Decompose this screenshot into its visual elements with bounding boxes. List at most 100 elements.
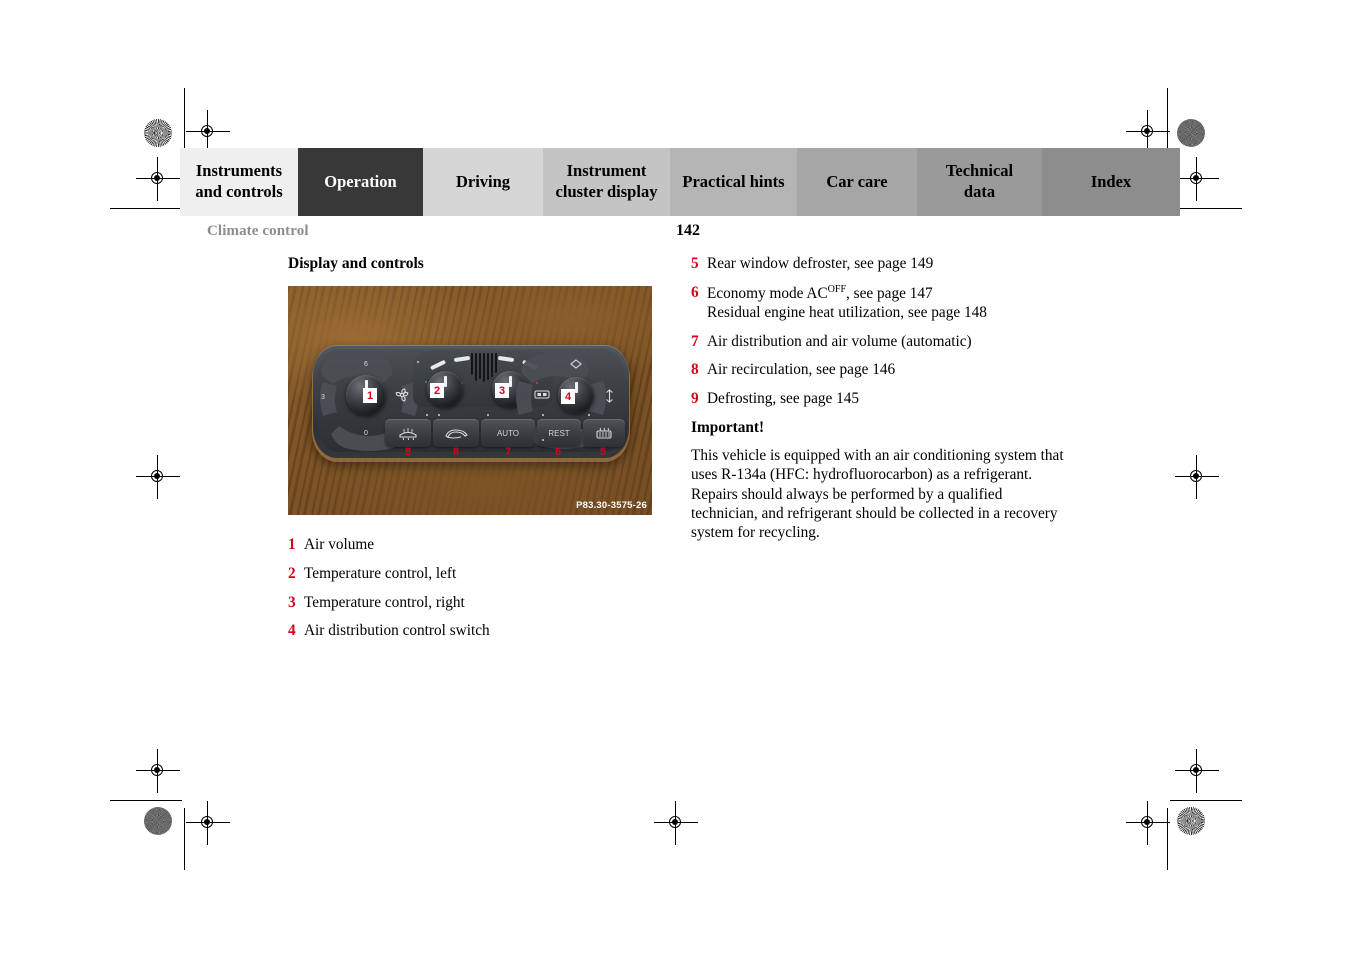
tab-index[interactable]: Index	[1042, 148, 1180, 216]
legend-text-after: , see page 147	[846, 284, 933, 302]
callout-5: 5	[599, 446, 607, 458]
air-recirculation-icon	[445, 428, 468, 438]
registration-mark-top-left-outer	[186, 110, 230, 154]
tab-label: Index	[1090, 171, 1132, 191]
legend-text: Defrosting, see page 145	[707, 390, 860, 408]
rear-window-defroster-button[interactable]	[583, 419, 625, 447]
tab-driving[interactable]: Driving	[423, 148, 543, 216]
tab-operation[interactable]: Operation	[298, 148, 423, 216]
legend-text: Temperature control, right	[304, 593, 465, 611]
legend-superscript: OFF	[827, 283, 847, 295]
tab-label: Driving	[455, 171, 511, 191]
star-target-bottom-right	[1177, 807, 1205, 835]
legend-number: 5	[691, 255, 699, 272]
registration-mark-left-middle	[136, 455, 180, 499]
tab-instrument-cluster-display[interactable]: Instrument cluster display	[543, 148, 670, 216]
indicator-dot-blue-left	[425, 381, 427, 383]
crop-line-top-left-vertical	[184, 88, 185, 150]
callout-1: 1	[363, 388, 377, 403]
button-led-6	[542, 414, 544, 416]
star-target-top-right	[1177, 119, 1205, 147]
list-item: 1 Air volume	[288, 536, 660, 555]
registration-mark-bottom-left-outer	[186, 801, 230, 845]
rest-button-label: REST	[548, 428, 570, 438]
star-target-top-left	[144, 119, 172, 147]
registration-mark-right-middle	[1175, 455, 1219, 499]
callout-3: 3	[495, 383, 509, 398]
list-item: 4 Air distribution control switch	[288, 622, 660, 641]
tab-car-care[interactable]: Car care	[797, 148, 917, 216]
chapter-tab-bar: Instruments and controls Operation Drivin…	[180, 148, 1180, 216]
registration-mark-bottom-right-outer	[1126, 801, 1170, 845]
button-led-6b	[542, 439, 544, 441]
legend-text-line2: Residual engine heat utilization, see pa…	[707, 303, 987, 321]
important-heading: Important!	[691, 418, 765, 436]
climate-control-unit: 1 6 3 0 2 3 4 9 8 AUTO 7 REST 6 5	[313, 345, 629, 458]
registration-mark-top-right-outer	[1126, 110, 1170, 154]
legend-number: 1	[288, 536, 296, 553]
tab-instruments-and-controls[interactable]: Instruments and controls	[180, 148, 298, 216]
crop-line-left-top-horizontal	[110, 208, 182, 209]
rest-button[interactable]: REST	[537, 419, 581, 447]
auto-button[interactable]: AUTO	[481, 419, 535, 447]
legend-text: Temperature control, left	[304, 564, 457, 582]
tab-label: Operation	[324, 171, 397, 191]
dashboard-vent-icon	[534, 390, 550, 399]
tab-practical-hints[interactable]: Practical hints	[670, 148, 797, 216]
footwell-vent-icon	[606, 389, 613, 403]
list-item: 8 Air recirculation, see page 146	[691, 361, 1071, 380]
crop-line-bottom-right-vertical	[1167, 808, 1168, 870]
tab-label: Instruments and controls	[195, 161, 283, 201]
legend-number: 8	[691, 361, 699, 379]
right-column: 5 Rear window defroster, see page 149 6 …	[691, 255, 1071, 542]
legend-text: Economy mode ACOFF, see page 147 Residua…	[707, 284, 1071, 323]
list-item: 6 Economy mode ACOFF, see page 147 Resid…	[691, 284, 1071, 323]
callout-4: 4	[561, 389, 575, 404]
page-number: 142	[676, 222, 700, 239]
vent-up-arrow-icon	[570, 359, 582, 369]
callout-2: 2	[430, 383, 444, 398]
defrosting-button[interactable]	[385, 419, 431, 447]
button-led-5	[588, 414, 590, 416]
dial-scale-0: 0	[364, 430, 368, 437]
registration-mark-bottom-center	[654, 801, 698, 845]
callout-9: 9	[404, 446, 412, 458]
legend-list-right: 5 Rear window defroster, see page 149 6 …	[691, 255, 1071, 409]
fan-icon	[395, 388, 409, 402]
legend-text-before: Economy mode AC	[707, 284, 828, 302]
tab-technical-data[interactable]: Technical data	[917, 148, 1042, 216]
list-item: 2 Temperature control, left	[288, 565, 660, 584]
button-led-8	[438, 414, 440, 416]
tab-label: Car care	[826, 171, 888, 191]
registration-mark-right-upper	[1175, 157, 1219, 201]
legend-number: 3	[288, 593, 296, 611]
display-vent-slots	[471, 353, 497, 382]
list-item: 9 Defrosting, see page 145	[691, 390, 1071, 409]
legend-text: Air recirculation, see page 146	[707, 361, 896, 379]
crop-line-right-bottom-horizontal	[1170, 800, 1242, 801]
tab-label: Technical data	[945, 161, 1014, 201]
legend-text: Air distribution control switch	[304, 622, 490, 640]
registration-mark-left-upper	[136, 157, 180, 201]
left-column: Display and controls 1 6 3 0 2 3 4 9 8 A…	[288, 255, 660, 651]
legend-number: 7	[691, 332, 699, 350]
important-body: This vehicle is equipped with an air con…	[691, 446, 1064, 542]
page-title: Display and controls	[288, 255, 424, 272]
air-recirculation-button[interactable]	[433, 419, 479, 447]
button-led-7	[487, 414, 489, 416]
auto-button-label: AUTO	[496, 428, 520, 438]
windshield-defrost-icon	[399, 427, 417, 440]
callout-8: 8	[452, 446, 460, 458]
list-item: 5 Rear window defroster, see page 149	[691, 255, 1071, 274]
legend-number: 2	[288, 564, 296, 582]
callout-6: 6	[554, 446, 562, 458]
crop-line-right-top-horizontal	[1170, 208, 1242, 209]
crop-line-bottom-left-vertical	[184, 808, 185, 870]
legend-text: Rear window defroster, see page 149	[707, 255, 934, 272]
climate-control-figure: 1 6 3 0 2 3 4 9 8 AUTO 7 REST 6 5 P83.30…	[288, 286, 652, 515]
registration-mark-right-lower	[1175, 749, 1219, 793]
legend-number: 6	[691, 283, 699, 301]
dial-scale-6: 6	[364, 361, 368, 368]
legend-text: Air distribution and air volume (automat…	[707, 332, 972, 350]
registration-mark-left-lower	[136, 749, 180, 793]
